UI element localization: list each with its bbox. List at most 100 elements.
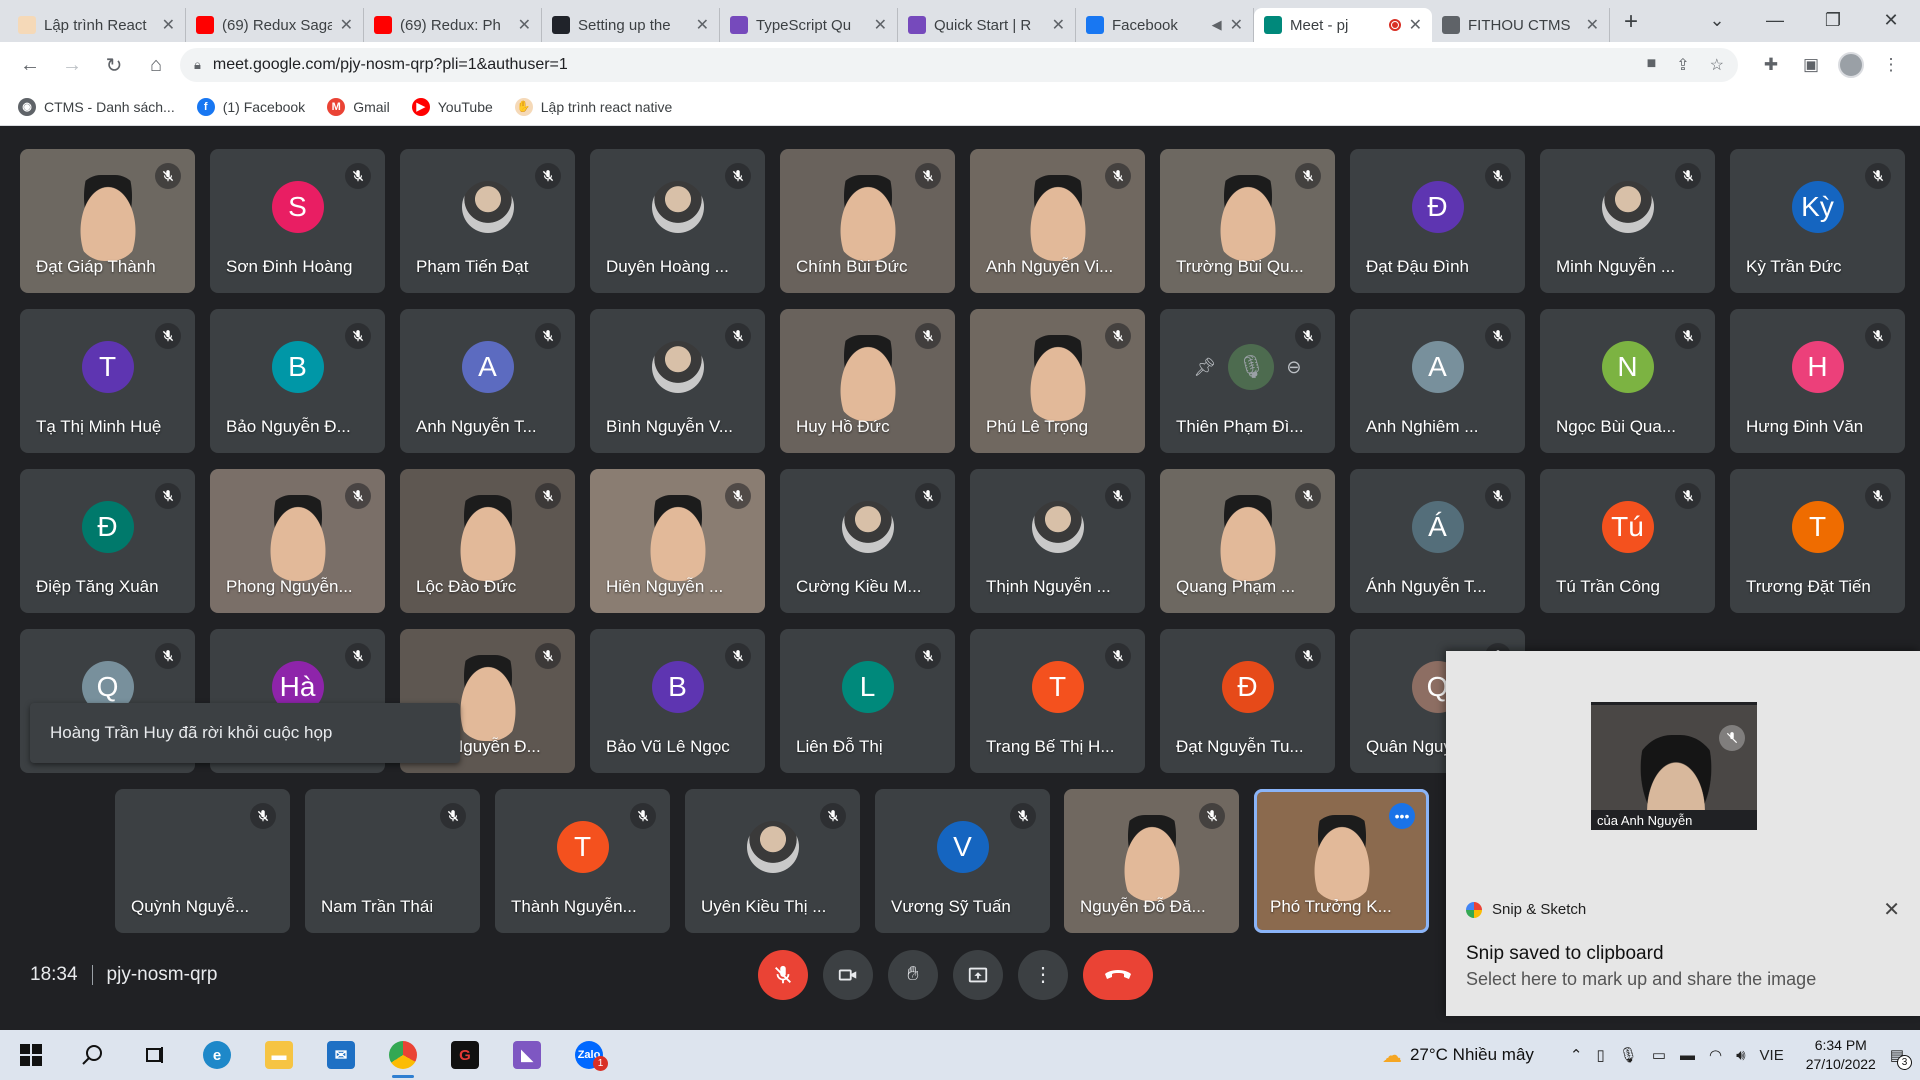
raise-hand-button[interactable]: ✋︎ [888,949,938,1000]
profile-avatar[interactable] [1834,48,1868,82]
zalo-icon[interactable]: Zalo 1 [558,1030,620,1080]
participant-tile[interactable]: T Thành Nguyễn... [495,789,670,933]
snip-title[interactable]: Snip saved to clipboard [1466,943,1664,965]
bookmark-item[interactable]: ◉ CTMS - Danh sách... [18,97,175,116]
participant-tile[interactable]: Cường Kiều M... [780,469,955,613]
present-button[interactable] [953,949,1003,1000]
network-icon[interactable]: ▭ [1652,1046,1666,1064]
battery-icon[interactable]: ▬ [1680,1047,1695,1064]
participant-tile[interactable]: Quỳnh Nguyễ... [115,789,290,933]
remove-icon[interactable]: ⊖ [1286,357,1301,378]
browser-tab[interactable]: Meet - pj ✕ [1254,8,1432,42]
reload-button[interactable]: ↻ [96,47,132,83]
participant-tile[interactable]: Hiên Nguyễn ... [590,469,765,613]
bookmark-item[interactable]: M Gmail [327,97,390,116]
participant-tile[interactable]: V Vương Sỹ Tuấn [875,789,1050,933]
camera-button[interactable] [823,949,873,1000]
start-button[interactable] [0,1030,62,1080]
participant-tile[interactable]: T Trương Đặt Tiến [1730,469,1905,613]
close-window-button[interactable]: ✕ [1862,10,1920,31]
participant-tile[interactable]: Huy Hồ Đức [780,309,955,453]
browser-tab[interactable]: (69) Redux Saga ✕ [186,8,364,42]
volume-icon[interactable]: 🔊︎ [1736,1047,1745,1064]
mute-participant-icon[interactable]: 🎙︎ [1228,344,1275,390]
wifi-icon[interactable]: ◠ [1709,1046,1722,1064]
file-explorer-icon[interactable]: ▬ [248,1030,310,1080]
lock-icon[interactable]: 🔒︎ [194,57,201,73]
participant-tile[interactable]: Á Ánh Nguyễn T... [1350,469,1525,613]
participant-tile[interactable]: L Liên Đỗ Thị [780,629,955,773]
chrome-icon[interactable] [372,1030,434,1080]
snip-thumbnail[interactable]: của Anh Nguyễn [1591,702,1757,830]
participant-tile[interactable]: Trường Bùi Qu... [1160,149,1335,293]
mail-icon[interactable]: ✉ [310,1030,372,1080]
participant-tile[interactable]: T Trang Bế Thị H... [970,629,1145,773]
participant-tile[interactable]: A Anh Nguyễn T... [400,309,575,453]
snip-subtitle[interactable]: Select here to mark up and share the ima… [1466,969,1816,990]
microphone-icon[interactable]: 🎙︎ [1619,1046,1638,1064]
participant-tile[interactable]: Nguyễn Đỗ Đă... [1064,789,1239,933]
participant-tile[interactable]: Phú Lê Trọng [970,309,1145,453]
close-tab-icon[interactable]: ✕ [518,15,531,35]
side-panel-icon[interactable]: ▣ [1794,48,1828,82]
participant-tile[interactable]: Tú Tú Trần Công [1540,469,1715,613]
participant-tile[interactable]: Anh Nguyễn Vi... [970,149,1145,293]
clock[interactable]: 6:34 PM 27/10/2022 [1806,1036,1876,1074]
new-tab-button[interactable]: + [1610,8,1652,42]
participant-tile[interactable]: S Sơn Đinh Hoàng [210,149,385,293]
meeting-code[interactable]: pjy-nosm-qrp [107,964,218,986]
bookmark-item[interactable]: f (1) Facebook [196,97,305,116]
edge-icon[interactable]: e [186,1030,248,1080]
participant-tile[interactable]: Phạm Tiến Đạt [400,149,575,293]
close-tab-icon[interactable]: ✕ [1052,15,1065,35]
garena-icon[interactable]: G [434,1030,496,1080]
home-button[interactable]: ⌂ [138,47,174,83]
tab-search-icon[interactable]: ⌄ [1688,10,1746,31]
participant-tile[interactable]: Thịnh Nguyễn ... [970,469,1145,613]
close-tab-icon[interactable]: ✕ [1586,15,1599,35]
participant-tile[interactable]: T Tạ Thị Minh Huệ [20,309,195,453]
leave-call-button[interactable] [1083,949,1153,1000]
participant-tile[interactable]: Duyên Hoàng ... [590,149,765,293]
extensions-icon[interactable]: ✚ [1754,48,1788,82]
close-tab-icon[interactable]: ✕ [1230,15,1243,35]
more-options-icon[interactable]: ••• [1389,803,1415,829]
participant-tile[interactable]: Quang Phạm ... [1160,469,1335,613]
browser-tab[interactable]: Facebook ◀︎ ✕ [1076,8,1254,42]
pin-icon[interactable]: 📌︎ [1194,357,1217,378]
browser-tab[interactable]: (69) Redux: Ph ✕ [364,8,542,42]
browser-tab[interactable]: TypeScript Qu ✕ [720,8,898,42]
maximize-button[interactable]: ❐ [1804,10,1862,31]
participant-tile[interactable]: 📌︎ 🎙︎ ⊖ Thiên Phạm Đì... [1160,309,1335,453]
participant-tile[interactable]: Chính Bùi Đức [780,149,955,293]
browser-tab[interactable]: Quick Start | R ✕ [898,8,1076,42]
menu-icon[interactable]: ⋮ [1874,48,1908,82]
bookmark-star-icon[interactable]: ☆ [1710,55,1724,75]
browser-tab[interactable]: FITHOU CTMS ✕ [1432,8,1610,42]
mic-off-button[interactable] [758,949,808,1000]
task-view-icon[interactable] [124,1030,186,1080]
browser-tab[interactable]: Setting up the ✕ [542,8,720,42]
back-button[interactable]: ← [12,47,48,83]
participant-tile[interactable]: Kỳ Kỳ Trần Đức [1730,149,1905,293]
participant-tile[interactable]: Đạt Giáp Thành [20,149,195,293]
participant-tile[interactable]: A Anh Nghiêm ... [1350,309,1525,453]
forward-button[interactable]: → [54,47,90,83]
participant-tile[interactable]: Minh Nguyễn ... [1540,149,1715,293]
participant-tile[interactable]: B Bảo Vũ Lê Ngọc [590,629,765,773]
snip-notification[interactable]: của Anh Nguyễn Snip & Sketch ✕ Snip save… [1446,651,1920,1016]
participant-tile[interactable]: ••• Phó Trưởng K... [1254,789,1429,933]
search-icon[interactable] [62,1030,124,1080]
close-icon[interactable]: ✕ [1883,897,1900,922]
close-tab-icon[interactable]: ✕ [340,15,353,35]
bookmark-item[interactable]: ✋ Lập trình react native [514,97,672,116]
participant-tile[interactable]: N Ngọc Bùi Qua... [1540,309,1715,453]
share-icon[interactable]: ⇪ [1676,55,1689,75]
close-tab-icon[interactable]: ✕ [696,15,709,35]
participant-tile[interactable]: Phong Nguyễn... [210,469,385,613]
weather-widget[interactable]: ☁ 27°C Nhiều mây [1382,1043,1534,1068]
participant-tile[interactable]: B Bảo Nguyễn Đ... [210,309,385,453]
close-tab-icon[interactable]: ✕ [1409,15,1422,35]
close-tab-icon[interactable]: ✕ [162,15,175,35]
notification-center-icon[interactable]: ▤ 3 [1890,1046,1912,1070]
